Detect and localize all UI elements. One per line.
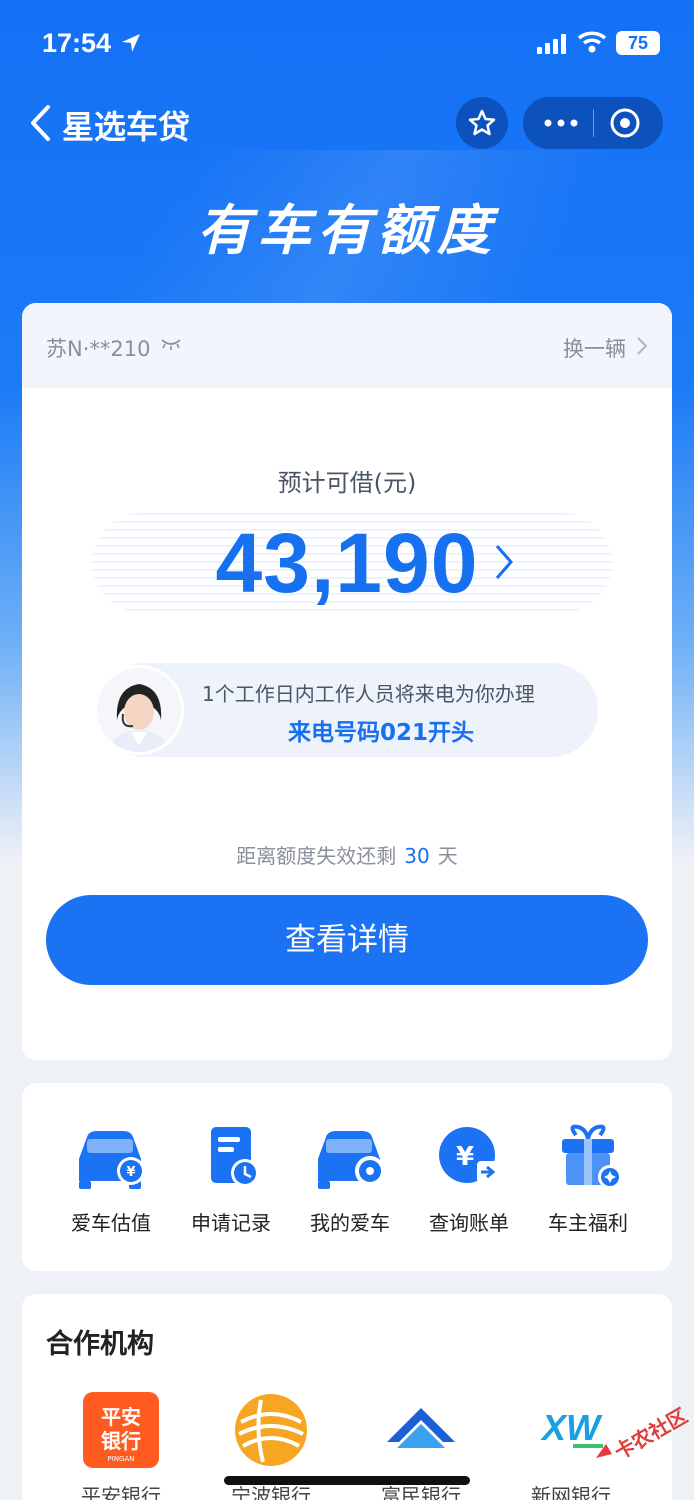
more-dots-icon[interactable]: [543, 113, 579, 133]
gift-icon: [562, 1124, 622, 1189]
agent-avatar-icon: [97, 668, 181, 752]
vehicle-bar: 苏N·**210 换一辆: [22, 303, 672, 388]
loan-amount[interactable]: 43,190: [22, 515, 672, 612]
menu-item-my-car[interactable]: 我的爱车: [290, 1123, 410, 1243]
menu-label: 我的爱车: [310, 1211, 390, 1235]
home-indicator[interactable]: [224, 1476, 470, 1485]
wifi-icon: [577, 31, 607, 53]
menu-item-owner-benefits[interactable]: 车主福利: [528, 1123, 648, 1243]
quick-menu: ¥ 爱车估值 申请记录 我的爱车 ¥ 查询账单 车主福利: [22, 1083, 672, 1271]
menu-label: 查询账单: [429, 1211, 509, 1235]
menu-item-car-valuation[interactable]: ¥ 爱车估值: [51, 1123, 171, 1243]
location-arrow-icon: [122, 34, 140, 52]
eye-closed-icon[interactable]: [160, 337, 182, 351]
amount-chevron-icon[interactable]: [494, 543, 514, 581]
fumin-bank-logo-icon: [387, 1408, 455, 1448]
agent-notice-text: 1个工作日内工作人员将来电为你办理: [202, 682, 535, 706]
yuan-bill-icon: ¥: [439, 1127, 499, 1183]
svg-text:¥: ¥: [126, 1165, 135, 1180]
car-yuan-icon: ¥: [79, 1131, 145, 1189]
battery-indicator: 75: [616, 31, 660, 55]
pingan-bank-logo-icon: 平安 银行 PINGAN: [83, 1392, 159, 1468]
partner-name: 平安银行: [81, 1484, 161, 1500]
partners-title: 合作机构: [46, 1329, 154, 1360]
close-miniprogram-icon[interactable]: [609, 107, 641, 139]
chevron-right-icon: [637, 337, 648, 355]
agent-avatar: [94, 665, 184, 755]
svg-text:平安: 平安: [101, 1405, 141, 1429]
menu-label: 申请记录: [191, 1211, 271, 1235]
page-title: 星选车贷: [62, 108, 191, 146]
partners-section: 合作机构 平安 银行 PINGAN 平安银行 宁波银行 富民银行 XW 新网银行: [22, 1294, 672, 1500]
star-icon: [468, 109, 496, 136]
view-details-button[interactable]: 查看详情: [46, 895, 648, 985]
amount-label: 预计可借(元): [277, 469, 417, 497]
record-clock-icon: [211, 1127, 259, 1187]
expire-suffix: 天: [437, 844, 458, 868]
plate-number: 苏N·**210: [46, 337, 151, 361]
svg-text:银行: 银行: [101, 1429, 141, 1453]
svg-text:¥: ¥: [456, 1142, 474, 1172]
status-time: 17:54: [42, 28, 112, 58]
menu-label: 车主福利: [548, 1211, 628, 1235]
menu-label: 爱车估值: [71, 1211, 151, 1235]
svg-text:PINGAN: PINGAN: [108, 1455, 135, 1463]
agent-phone-text: 来电号码021开头: [288, 720, 475, 746]
cellular-signal-icon: [537, 34, 566, 54]
favorite-button[interactable]: [456, 97, 508, 149]
switch-car-link[interactable]: 换一辆: [563, 333, 626, 363]
loan-card: 苏N·**210 换一辆 预计可借(元) 43,190 1个工作日内工作人员将来…: [22, 303, 672, 1060]
menu-item-application-records[interactable]: 申请记录: [171, 1123, 291, 1243]
ningbo-bank-logo-icon: [235, 1394, 307, 1466]
hero-title: 有车有额度: [197, 199, 497, 262]
back-chevron-icon[interactable]: [28, 104, 52, 142]
expire-notice: 距离额度失效还剩 30 天: [22, 840, 672, 869]
status-bar: 17:54 75: [0, 0, 694, 90]
capsule-divider: [593, 109, 594, 137]
car-gear-icon: [318, 1131, 385, 1189]
partner-name: 新网银行: [531, 1484, 611, 1500]
partner-pingan[interactable]: 平安 银行 PINGAN 平安银行: [46, 1392, 196, 1500]
miniprogram-capsule: [523, 97, 663, 149]
expire-prefix: 距离额度失效还剩: [236, 844, 397, 868]
menu-item-query-bill[interactable]: ¥ 查询账单: [409, 1123, 529, 1243]
expire-days: 30: [404, 844, 430, 868]
